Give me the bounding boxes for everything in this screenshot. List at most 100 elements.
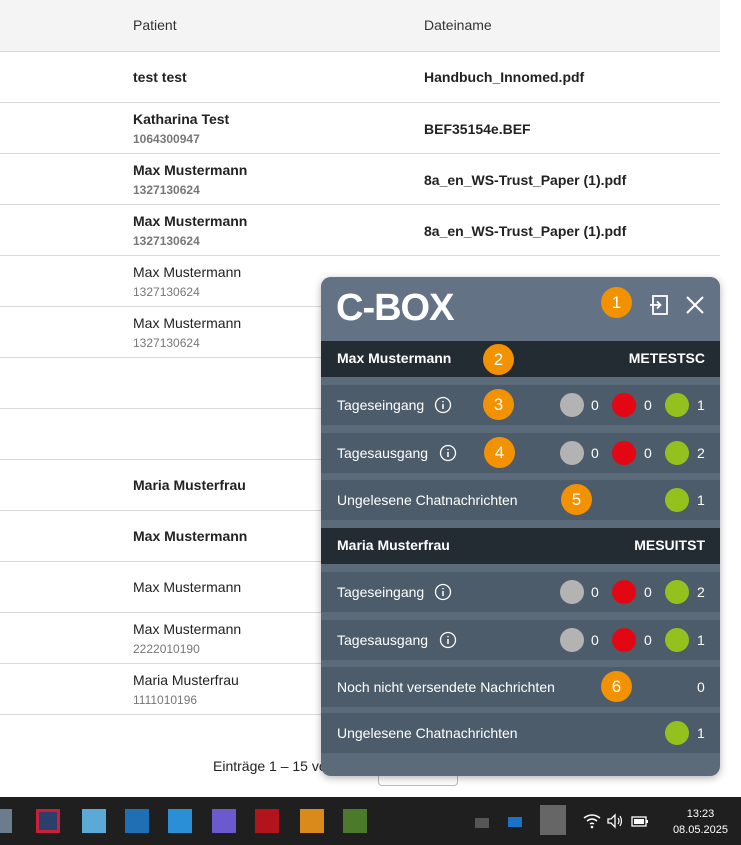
- patient-id: 2222010190: [133, 642, 200, 656]
- red-count: 0: [644, 445, 652, 461]
- stat-row-ungelesene-chat[interactable]: Ungelesene Chatnachrichten 1: [321, 713, 720, 753]
- stat-label: Noch nicht versendete Nachrichten: [337, 679, 555, 695]
- patient-name: Katharina Test: [133, 111, 230, 127]
- info-icon[interactable]: [439, 444, 457, 462]
- battery-icon[interactable]: [631, 813, 649, 829]
- volume-icon[interactable]: [606, 813, 624, 829]
- grey-count: 0: [591, 445, 599, 461]
- red-count: 0: [644, 397, 652, 413]
- taskbar-app-icon[interactable]: [125, 809, 149, 833]
- callout-badge: 3: [483, 389, 514, 420]
- red-count: 0: [644, 632, 652, 648]
- stat-label: Tagesausgang: [337, 632, 429, 648]
- stat-row-nicht-versendet[interactable]: Noch nicht versendete Nachrichten 6 0: [321, 667, 720, 707]
- patient-id: 1064300947: [133, 132, 200, 146]
- callout-badge: 4: [484, 437, 515, 468]
- taskbar-app-icon[interactable]: [36, 809, 60, 833]
- cbox-logo: C-BOX: [336, 287, 454, 329]
- patient-name: Maria Musterfrau: [337, 537, 450, 553]
- patient-section-header: Maria Musterfrau MESUITST: [321, 528, 720, 564]
- cbox-header: C-BOX 1: [321, 277, 720, 341]
- stat-row-tageseingang[interactable]: Tageseingang 0 0 2: [321, 572, 720, 612]
- taskbar-app-icon[interactable]: [168, 809, 192, 833]
- taskbar-app-icon[interactable]: [343, 809, 367, 833]
- stat-label: Tagesausgang: [337, 445, 429, 461]
- callout-badge: 2: [483, 344, 514, 375]
- taskbar: 13:23 08.05.2025: [0, 797, 741, 845]
- green-count: 2: [697, 584, 705, 600]
- table-row[interactable]: test test Handbuch_Innomed.pdf: [0, 52, 720, 103]
- taskbar-app-icon[interactable]: [212, 809, 236, 833]
- clock-time: 13:23: [686, 808, 715, 820]
- grey-status-dot: [560, 441, 584, 465]
- patient-name: Max Mustermann: [133, 621, 242, 637]
- tray-app-icon[interactable]: [540, 805, 566, 835]
- table-row[interactable]: Max Mustermann 1327130624 8a_en_WS-Trust…: [0, 154, 720, 205]
- taskbar-app-icon[interactable]: [255, 809, 279, 833]
- pagination-info: Einträge 1 – 15 vo: [213, 758, 327, 774]
- patient-id: 1327130624: [133, 285, 200, 299]
- wifi-icon[interactable]: [583, 813, 601, 829]
- patient-name: Maria Musterfrau: [133, 477, 246, 493]
- callout-badge: 6: [601, 671, 632, 702]
- patient-section-header: Max Mustermann METESTSC 2: [321, 341, 720, 377]
- stat-row-tageseingang[interactable]: Tageseingang 3 0 0 1: [321, 385, 720, 425]
- taskbar-app-icon[interactable]: [300, 809, 324, 833]
- unsent-count: 0: [697, 679, 705, 695]
- info-icon[interactable]: [439, 631, 457, 649]
- patient-id: 1111010196: [133, 693, 198, 707]
- red-status-dot: [612, 393, 636, 417]
- green-count: 2: [697, 445, 705, 461]
- patient-name: Maria Musterfrau: [133, 672, 239, 688]
- green-count: 1: [697, 725, 705, 741]
- patient-name: Max Mustermann: [133, 162, 248, 178]
- callout-badge: 5: [561, 484, 592, 515]
- callout-badge: 1: [601, 287, 632, 318]
- patient-name: Max Mustermann: [337, 350, 452, 366]
- stat-label: Ungelesene Chatnachrichten: [337, 492, 518, 508]
- green-status-dot: [665, 488, 689, 512]
- taskbar-app-icon[interactable]: [82, 809, 106, 833]
- patient-code: MESUITST: [634, 537, 705, 553]
- green-status-dot: [665, 393, 689, 417]
- green-count: 1: [697, 632, 705, 648]
- stat-label: Ungelesene Chatnachrichten: [337, 725, 518, 741]
- column-header-filename[interactable]: Dateiname: [424, 17, 492, 33]
- green-status-dot: [665, 441, 689, 465]
- stat-label: Tageseingang: [337, 584, 425, 600]
- red-count: 0: [644, 584, 652, 600]
- close-icon[interactable]: [683, 293, 707, 317]
- red-status-dot: [612, 580, 636, 604]
- login-icon[interactable]: [647, 293, 671, 317]
- patient-id: 1327130624: [133, 336, 200, 350]
- grey-count: 0: [591, 584, 599, 600]
- stat-row-tagesausgang[interactable]: Tagesausgang 4 0 0 2: [321, 433, 720, 473]
- cbox-panel: C-BOX 1 Max Mustermann METESTSC 2 Tagese…: [321, 277, 720, 776]
- patient-id: 1327130624: [133, 234, 200, 248]
- table-row[interactable]: Katharina Test 1064300947 BEF35154e.BEF: [0, 103, 720, 154]
- grey-status-dot: [560, 393, 584, 417]
- patient-code: METESTSC: [628, 350, 705, 366]
- info-icon[interactable]: [434, 583, 452, 601]
- stat-row-ungelesene-chat[interactable]: Ungelesene Chatnachrichten 5 1: [321, 480, 720, 520]
- stat-row-tagesausgang[interactable]: Tagesausgang 0 0 1: [321, 620, 720, 660]
- tray-app-icon[interactable]: [508, 817, 522, 827]
- patient-name: Max Mustermann: [133, 528, 248, 544]
- red-status-dot: [612, 441, 636, 465]
- file-name: 8a_en_WS-Trust_Paper (1).pdf: [424, 172, 627, 188]
- green-status-dot: [665, 721, 689, 745]
- taskbar-app-icon[interactable]: [0, 809, 12, 833]
- table-row[interactable]: Max Mustermann 1327130624 8a_en_WS-Trust…: [0, 205, 720, 256]
- table-header: Patient Dateiname: [0, 0, 720, 52]
- patient-name: Max Mustermann: [133, 315, 242, 331]
- green-count: 1: [697, 397, 705, 413]
- tray-app-icon[interactable]: [475, 818, 489, 828]
- grey-count: 0: [591, 397, 599, 413]
- system-clock[interactable]: 13:23 08.05.2025: [673, 806, 728, 838]
- scrollbar-area: [720, 0, 741, 797]
- column-header-patient[interactable]: Patient: [133, 17, 177, 33]
- info-icon[interactable]: [434, 396, 452, 414]
- patient-name: Max Mustermann: [133, 579, 242, 595]
- red-status-dot: [612, 628, 636, 652]
- grey-status-dot: [560, 580, 584, 604]
